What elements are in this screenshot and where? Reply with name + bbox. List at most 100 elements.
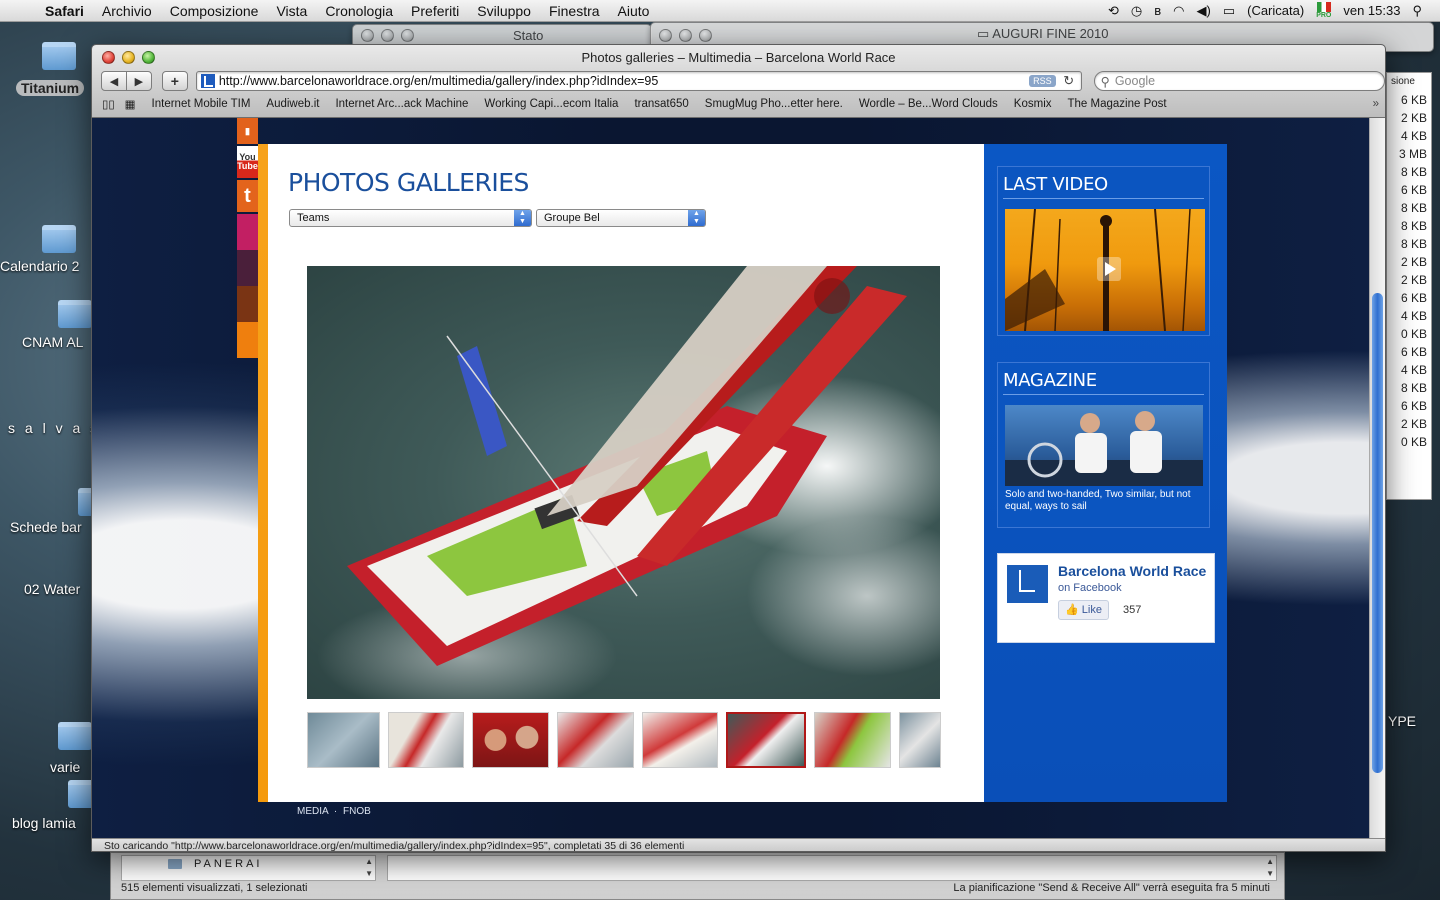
page-footer[interactable]: MEDIA · FNOB (297, 806, 371, 817)
vertical-scrollbar[interactable] (1369, 118, 1385, 838)
list-item[interactable]: 8 KB (1387, 199, 1427, 217)
bookmark-item[interactable]: transat650 (634, 98, 688, 110)
rss-button[interactable]: RSS (1029, 75, 1056, 87)
menu-aiuto[interactable]: Aiuto (609, 3, 659, 19)
finder-sidebar-item-panerai[interactable]: PANERAI (194, 858, 262, 870)
gallery-thumbnail[interactable] (472, 712, 549, 768)
list-item[interactable]: 4 KB (1387, 127, 1427, 145)
url-text[interactable]: http://www.barcelonaworldrace.org/en/mul… (219, 74, 1029, 88)
video-thumbnail[interactable] (1005, 209, 1205, 331)
list-item[interactable]: 8 KB (1387, 217, 1427, 235)
scroll-arrows-icon[interactable]: ▲ ▼ (365, 856, 373, 880)
search-field[interactable]: ⚲ Google (1093, 71, 1385, 91)
folder-icon[interactable] (58, 722, 92, 750)
list-item[interactable]: 3 MB (1387, 145, 1427, 163)
list-item[interactable]: 0 KB (1387, 325, 1427, 343)
close-icon[interactable] (102, 50, 115, 64)
list-item[interactable]: 4 KB (1387, 307, 1427, 325)
list-item[interactable]: 0 KB (1387, 433, 1427, 451)
sync-icon[interactable]: ⟲ (1108, 3, 1119, 19)
gallery-thumbnail[interactable] (307, 712, 380, 768)
last-video-widget[interactable]: LAST VIDEO (997, 166, 1210, 336)
list-item[interactable]: 6 KB (1387, 91, 1427, 109)
title-bar[interactable]: Photos galleries – Multimedia – Barcelon… (92, 45, 1385, 69)
bookmark-item[interactable]: The Magazine Post (1068, 98, 1167, 110)
spotlight-icon[interactable]: ⚲ (1412, 3, 1422, 19)
menu-cronologia[interactable]: Cronologia (316, 3, 402, 19)
facebook-like-button[interactable]: 👍 Like (1058, 600, 1109, 620)
zoom-icon[interactable] (401, 29, 414, 42)
youtube-icon[interactable]: You Tube (237, 146, 258, 178)
forward-button[interactable]: ▶ (125, 71, 152, 91)
folder-icon[interactable] (58, 300, 92, 328)
time-machine-icon[interactable]: ◷ (1131, 3, 1142, 19)
address-bar[interactable]: http://www.barcelonaworldrace.org/en/mul… (195, 71, 1082, 91)
list-item[interactable]: 2 KB (1387, 253, 1427, 271)
list-item[interactable]: 6 KB (1387, 397, 1427, 415)
scrollbar-thumb[interactable] (1372, 293, 1383, 773)
gallery-thumbnail-active[interactable] (726, 712, 806, 768)
menu-preferiti[interactable]: Preferiti (402, 3, 468, 19)
menu-app-safari[interactable]: Safari (36, 3, 93, 19)
folder-icon[interactable] (42, 42, 76, 70)
top-sites-grid-icon[interactable]: ▦ (125, 97, 136, 111)
list-item[interactable]: 6 KB (1387, 289, 1427, 307)
magazine-widget[interactable]: MAGAZINE Solo and two-handed, Two simila… (997, 362, 1210, 528)
menubar-clock[interactable]: ven 15:33 (1343, 3, 1400, 18)
list-item[interactable]: 6 KB (1387, 343, 1427, 361)
magazine-image[interactable] (1005, 405, 1203, 486)
volume-icon[interactable]: ◀) (1196, 3, 1210, 19)
magazine-caption[interactable]: Solo and two-handed, Two similar, but no… (1005, 489, 1210, 513)
menu-vista[interactable]: Vista (267, 3, 316, 19)
main-gallery-photo[interactable] (307, 266, 940, 699)
minimize-icon[interactable] (679, 29, 692, 42)
desktop-icon-calendario[interactable]: Calendario 2 (0, 258, 79, 274)
desktop-icon-blog[interactable]: blog lamia (12, 815, 76, 831)
bluetooth-icon[interactable]: ʙ (1154, 3, 1161, 18)
rss-social-icon[interactable]: ▮ (237, 118, 258, 144)
list-item[interactable]: 8 KB (1387, 235, 1427, 253)
finder-size-column[interactable]: sione 6 KB 2 KB 4 KB 3 MB 8 KB 6 KB 8 KB… (1386, 72, 1432, 500)
minimize-icon[interactable] (381, 29, 394, 42)
more-bookmarks-icon[interactable]: » (1373, 98, 1379, 110)
bookmark-item[interactable]: Wordle – Be...Word Clouds (859, 98, 998, 110)
twitter-icon[interactable]: t (237, 180, 258, 212)
facebook-page-title[interactable]: Barcelona World Race (1058, 563, 1206, 579)
bookmark-item[interactable]: Working Capi...ecom Italia (484, 98, 618, 110)
bookmark-item[interactable]: Kosmix (1014, 98, 1052, 110)
close-icon[interactable] (361, 29, 374, 42)
bookmark-item[interactable]: Internet Mobile TIM (152, 98, 251, 110)
list-item[interactable]: 8 KB (1387, 163, 1427, 181)
input-flag-icon[interactable]: PRO (1316, 2, 1331, 19)
wifi-icon[interactable]: ◠ (1173, 3, 1184, 19)
menu-composizione[interactable]: Composizione (161, 3, 268, 19)
zoom-icon[interactable] (699, 29, 712, 42)
scroll-arrows-icon[interactable]: ▲ ▼ (1266, 856, 1274, 880)
mail-list-area[interactable]: ▲ ▼ (387, 855, 1277, 881)
minimize-icon[interactable] (122, 50, 135, 64)
battery-status[interactable]: (Caricata) (1247, 3, 1304, 18)
desktop-icon-titanium[interactable]: Titanium (16, 80, 85, 96)
finder-sidebar[interactable]: PANERAI ▲ ▼ (121, 855, 376, 881)
list-item[interactable]: 4 KB (1387, 361, 1427, 379)
bookmark-item[interactable]: Audiweb.it (266, 98, 319, 110)
bookmark-item[interactable]: SmugMug Pho...etter here. (705, 98, 843, 110)
folder-icon[interactable] (42, 225, 76, 253)
gallery-thumbnail[interactable] (557, 712, 634, 768)
bookmark-item[interactable]: Internet Arc...ack Machine (335, 98, 468, 110)
play-icon[interactable] (1097, 257, 1121, 281)
menu-archivio[interactable]: Archivio (93, 3, 161, 19)
list-item[interactable]: 8 KB (1387, 379, 1427, 397)
finder-window[interactable]: PANERAI ▲ ▼ ▲ ▼ 515 elementi visualizzati,… (110, 852, 1285, 900)
team-select[interactable]: Groupe Bel ▲ ▼ (536, 209, 706, 227)
add-bookmark-button[interactable]: + (161, 71, 188, 91)
desktop-icon-cnam[interactable]: CNAM AL (22, 334, 83, 350)
battery-icon[interactable]: ▭ (1223, 3, 1235, 19)
gallery-thumbnail[interactable] (899, 712, 941, 768)
list-item[interactable]: 2 KB (1387, 415, 1427, 433)
desktop-icon-varie[interactable]: varie (50, 759, 80, 775)
category-select[interactable]: Teams ▲ ▼ (289, 209, 532, 227)
list-item[interactable]: 2 KB (1387, 109, 1427, 127)
back-button[interactable]: ◀ (101, 71, 127, 91)
facebook-page-name[interactable]: Barcelona World Race on Facebook (1058, 564, 1208, 596)
